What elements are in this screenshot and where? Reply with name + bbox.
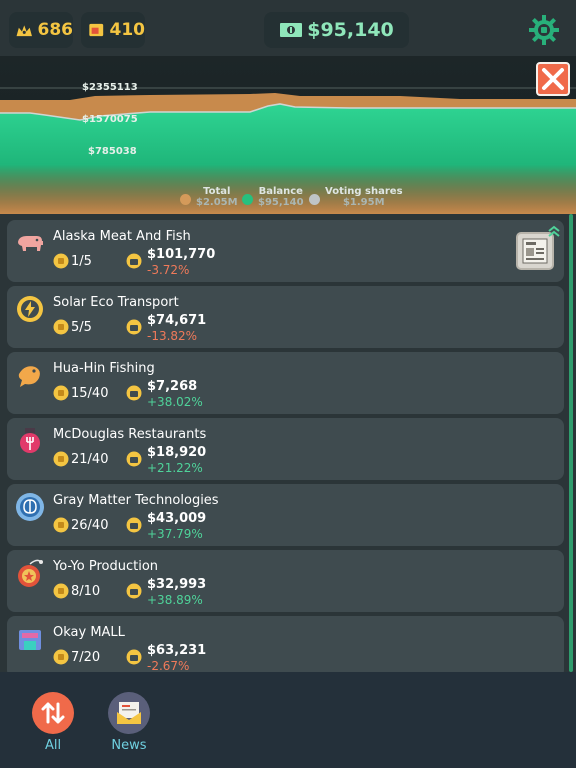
company-shares: 26/40 <box>71 518 109 533</box>
company-name: Gray Matter Technologies <box>53 493 219 508</box>
company-change: +37.79% <box>147 527 203 541</box>
company-name: Solar Eco Transport <box>53 295 179 310</box>
close-chart-button[interactable] <box>536 62 570 96</box>
company-name: Hua-Hin Fishing <box>53 361 155 376</box>
y-tick-label: $2355113 <box>82 82 138 93</box>
company-change: -13.82% <box>147 329 198 343</box>
card-icon <box>89 23 104 37</box>
stat-pill-cards[interactable]: 410 <box>81 12 145 48</box>
legend-label: Voting shares <box>325 186 403 197</box>
company-change: -3.72% <box>147 263 190 277</box>
legend-label: Total <box>203 186 231 197</box>
company-price: $18,920 <box>147 445 207 460</box>
yoyo-icon <box>18 559 43 587</box>
coin-icon <box>53 517 69 533</box>
company-price: $101,770 <box>147 247 216 262</box>
company-card[interactable]: Okay MALL 7/20 $63,231 -2.67% <box>7 616 564 672</box>
pig-icon <box>18 236 43 251</box>
legend-dot <box>180 194 191 205</box>
briefcase-icon <box>126 649 142 665</box>
company-name: McDouglas Restaurants <box>53 427 207 442</box>
gear-icon[interactable] <box>528 14 560 46</box>
crown-icon <box>16 25 32 37</box>
company-price: $74,671 <box>147 313 207 328</box>
double-chevron-up-icon <box>548 225 560 237</box>
coin-icon <box>53 583 69 599</box>
news-envelope-icon <box>117 702 141 724</box>
lightning-icon <box>17 296 43 322</box>
company-name: Yo-Yo Production <box>53 559 159 574</box>
briefcase-icon <box>126 385 142 401</box>
company-price: $43,009 <box>147 511 207 526</box>
company-price: $32,993 <box>147 577 207 592</box>
fish-icon <box>18 366 40 387</box>
briefcase-icon <box>126 517 142 533</box>
company-shares: 21/40 <box>71 452 109 467</box>
stat-cards-value: 410 <box>109 20 146 40</box>
company-card[interactable]: Yo-Yo Production 8/10 $32,993 +38.89% <box>7 550 564 612</box>
legend-value: $2.05M <box>196 197 238 208</box>
legend-balance: Balance $95,140 <box>242 186 304 208</box>
balance-value: $95,140 <box>307 19 394 41</box>
briefcase-icon <box>126 451 142 467</box>
legend-value: $95,140 <box>258 197 304 208</box>
coin-icon <box>53 451 69 467</box>
y-tick-label: $785038 <box>88 146 137 157</box>
company-shares: 5/5 <box>71 320 92 335</box>
coin-icon <box>53 385 69 401</box>
legend-value: $1.95M <box>342 197 385 208</box>
company-change: -2.67% <box>147 659 190 672</box>
coin-icon <box>53 649 69 665</box>
company-card[interactable]: Alaska Meat And Fish 1/5 $101,770 -3.72% <box>7 220 564 282</box>
legend-dot <box>309 194 320 205</box>
legend-dot <box>242 194 253 205</box>
list-scrollbar[interactable] <box>569 214 573 672</box>
brain-icon <box>16 493 44 521</box>
close-icon <box>542 68 564 90</box>
company-change: +21.22% <box>147 461 203 475</box>
cash-icon <box>280 23 303 37</box>
mall-icon <box>19 630 41 650</box>
company-card[interactable]: Solar Eco Transport 5/5 $74,671 -13.82% <box>7 286 564 348</box>
bottom-nav: All News <box>0 672 576 768</box>
company-change: +38.89% <box>147 593 203 607</box>
balance-pill[interactable]: $95,140 <box>264 12 409 48</box>
top-bar: 686 410 $95,140 <box>0 0 576 56</box>
company-name: Alaska Meat And Fish <box>53 229 191 244</box>
news-badge-button[interactable] <box>516 232 554 270</box>
legend-label: Balance <box>258 186 303 197</box>
company-card[interactable]: Hua-Hin Fishing 15/40 $7,268 +38.02% <box>7 352 564 414</box>
company-list[interactable]: Alaska Meat And Fish 1/5 $101,770 -3.72% <box>0 214 576 672</box>
nav-news-button[interactable] <box>108 692 150 734</box>
briefcase-icon <box>126 583 142 599</box>
fork-icon <box>20 428 40 453</box>
nav-news-label[interactable]: News <box>94 738 164 753</box>
legend-total: Total $2.05M <box>180 186 238 208</box>
briefcase-icon <box>126 253 142 269</box>
company-change: +38.02% <box>147 395 203 409</box>
company-shares: 7/20 <box>71 650 101 665</box>
coin-icon <box>53 319 69 335</box>
company-price: $7,268 <box>147 379 198 394</box>
sort-arrows-icon <box>41 702 65 724</box>
newspaper-icon <box>522 238 548 264</box>
company-price: $63,231 <box>147 643 207 658</box>
nav-all-button[interactable] <box>32 692 74 734</box>
stat-pill-crowns[interactable]: 686 <box>9 12 73 48</box>
company-shares: 15/40 <box>71 386 109 401</box>
company-card[interactable]: Gray Matter Technologies 26/40 $43,009 +… <box>7 484 564 546</box>
briefcase-icon <box>126 319 142 335</box>
legend-voting-shares: Voting shares $1.95M <box>309 186 403 208</box>
y-tick-label: $1570075 <box>82 114 138 125</box>
company-name: Okay MALL <box>53 625 125 640</box>
company-shares: 1/5 <box>71 254 92 269</box>
nav-all-label[interactable]: All <box>18 738 88 753</box>
stat-crowns-value: 686 <box>37 20 74 40</box>
coin-icon <box>53 253 69 269</box>
company-shares: 8/10 <box>71 584 101 599</box>
company-card[interactable]: McDouglas Restaurants 21/40 $18,920 +21.… <box>7 418 564 480</box>
